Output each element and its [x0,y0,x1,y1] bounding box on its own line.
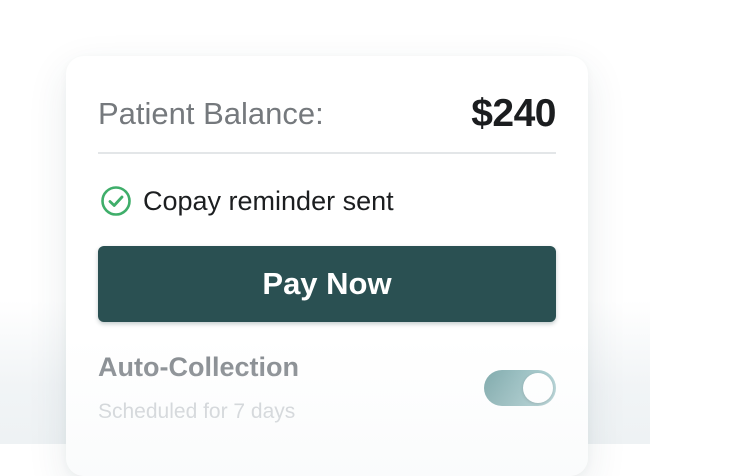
balance-amount: $240 [471,92,556,135]
balance-card: Patient Balance: $240 Copay reminder sen… [66,56,588,476]
balance-label: Patient Balance: [98,96,324,131]
check-circle-icon [101,186,131,216]
pay-now-button[interactable]: Pay Now [98,246,556,322]
status-text: Copay reminder sent [143,185,394,216]
auto-collection-title: Auto-Collection [98,352,299,382]
copay-status: Copay reminder sent [100,184,394,218]
balance-row: Patient Balance: $240 [98,92,556,154]
auto-collection-toggle[interactable] [484,370,556,406]
auto-collection-subtitle: Scheduled for 7 days [98,400,296,423]
toggle-knob [523,373,553,403]
